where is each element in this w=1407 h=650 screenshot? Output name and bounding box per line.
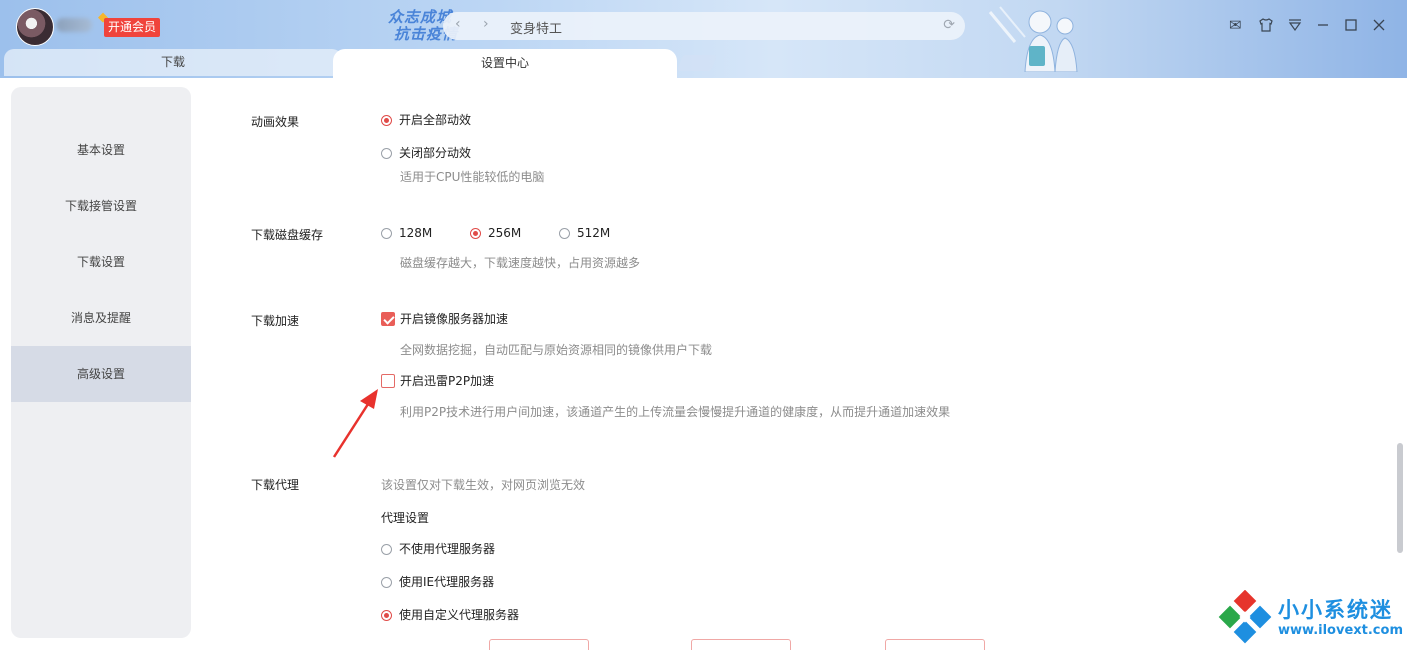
- scrollbar-track[interactable]: [1395, 78, 1407, 650]
- animation-partial-label[interactable]: 关闭部分动效: [399, 145, 471, 161]
- proxy-ie-label[interactable]: 使用IE代理服务器: [399, 574, 494, 590]
- address-text[interactable]: 变身特工: [510, 18, 562, 37]
- forward-icon[interactable]: ›: [483, 16, 489, 32]
- address-bar[interactable]: ‹ › 变身特工 ⟳: [443, 12, 965, 40]
- proxy-field-1[interactable]: [489, 639, 589, 650]
- watermark-url: www.ilovext.com: [1278, 623, 1403, 638]
- animation-all-label[interactable]: 开启全部动效: [399, 112, 471, 128]
- dropdown-menu-icon[interactable]: [1287, 17, 1303, 36]
- p2p-acceleration-label[interactable]: 开启迅雷P2P加速: [400, 373, 494, 389]
- cache-512m-label[interactable]: 512M: [577, 225, 610, 241]
- mirror-acceleration-hint: 全网数据挖掘，自动匹配与原始资源相同的镜像供用户下载: [400, 343, 713, 357]
- proxy-field-3[interactable]: [885, 639, 985, 650]
- scrollbar-thumb[interactable]: [1397, 443, 1403, 553]
- animation-label: 动画效果: [251, 115, 300, 129]
- mail-icon[interactable]: ✉: [1229, 17, 1242, 33]
- tab-download[interactable]: 下载: [4, 49, 342, 76]
- open-vip-button[interactable]: 开通会员: [104, 18, 161, 37]
- sidebar-item-download-settings[interactable]: 下载设置: [11, 234, 191, 290]
- disk-cache-hint: 磁盘缓存越大，下载速度越快，占用资源越多: [400, 256, 641, 270]
- radio-cache-256m[interactable]: [470, 228, 481, 239]
- cache-256m-label[interactable]: 256M: [488, 225, 521, 241]
- mirror-acceleration-label[interactable]: 开启镜像服务器加速: [400, 311, 508, 327]
- user-avatar[interactable]: [16, 8, 54, 46]
- sidebar-item-advanced-settings[interactable]: 高级设置: [11, 346, 191, 402]
- title-bar: ◆ 开通会员 众志成城 抗击疫情 ‹ › 变身特工 ⟳ ✉ 下载 设置中心: [0, 0, 1407, 78]
- refresh-icon[interactable]: ⟳: [943, 17, 955, 33]
- checkbox-mirror-acceleration[interactable]: [381, 312, 395, 326]
- shirt-icon[interactable]: [1258, 17, 1274, 36]
- radio-animation-all[interactable]: [381, 115, 392, 126]
- radio-cache-512m[interactable]: [559, 228, 570, 239]
- radio-proxy-ie[interactable]: [381, 577, 392, 588]
- back-icon[interactable]: ‹: [455, 16, 461, 32]
- sidebar-item-messages-reminders[interactable]: 消息及提醒: [11, 290, 191, 346]
- maximize-icon[interactable]: [1343, 17, 1359, 36]
- sidebar-item-basic-settings[interactable]: 基本设置: [11, 122, 191, 178]
- acceleration-label: 下载加速: [251, 314, 300, 328]
- red-annotation-arrow-icon: [332, 389, 378, 458]
- close-icon[interactable]: [1371, 17, 1387, 36]
- watermark-name: 小小系统迷: [1278, 598, 1393, 622]
- minimize-icon[interactable]: [1315, 17, 1331, 36]
- settings-sidebar: 基本设置 下载接管设置 下载设置 消息及提醒 高级设置: [11, 87, 191, 638]
- new-tab-button[interactable]: [677, 55, 717, 71]
- medical-staff-mascot-icon: [988, 6, 1078, 72]
- proxy-none-label[interactable]: 不使用代理服务器: [399, 541, 495, 557]
- watermark-logo-icon: [1218, 590, 1272, 644]
- proxy-label: 下载代理: [251, 478, 300, 492]
- radio-proxy-custom[interactable]: [381, 610, 392, 621]
- username-blurred: [56, 18, 92, 32]
- radio-cache-128m[interactable]: [381, 228, 392, 239]
- animation-partial-hint: 适用于CPU性能较低的电脑: [400, 170, 545, 184]
- disk-cache-label: 下载磁盘缓存: [251, 228, 324, 242]
- cache-128m-label[interactable]: 128M: [399, 225, 432, 241]
- proxy-hint: 该设置仅对下载生效，对网页浏览无效: [381, 478, 586, 492]
- proxy-custom-label[interactable]: 使用自定义代理服务器: [399, 607, 519, 623]
- proxy-settings-subheading: 代理设置: [381, 511, 430, 525]
- tab-settings-center[interactable]: 设置中心: [333, 49, 677, 78]
- proxy-field-2[interactable]: [691, 639, 791, 650]
- sidebar-item-download-takeover[interactable]: 下载接管设置: [11, 178, 191, 234]
- p2p-acceleration-hint: 利用P2P技术进行用户间加速，该通道产生的上传流量会慢慢提升通道的健康度，从而提…: [400, 405, 951, 419]
- radio-proxy-none[interactable]: [381, 544, 392, 555]
- watermark: 小小系统迷 www.ilovext.com: [1218, 590, 1403, 644]
- radio-animation-partial[interactable]: [381, 148, 392, 159]
